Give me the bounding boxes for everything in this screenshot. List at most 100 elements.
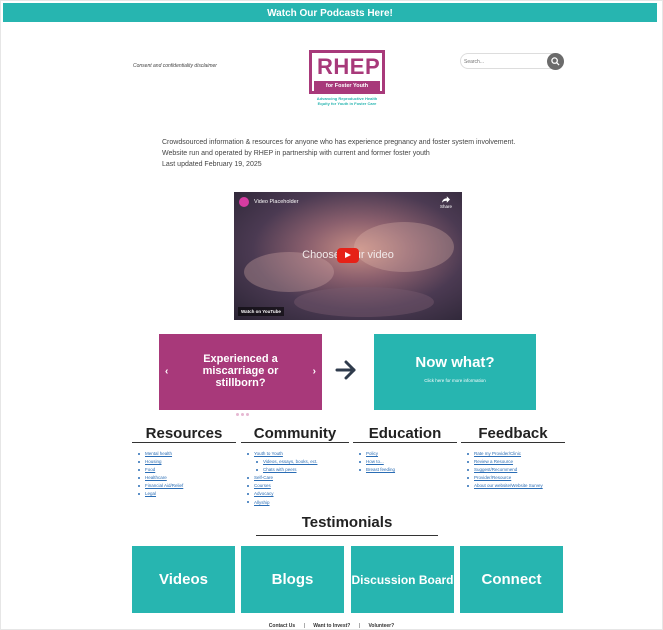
community-link[interactable]: Youth to Youth — [254, 451, 283, 456]
video-thumbnail-cloud — [354, 222, 454, 272]
list-item: Breast feeding — [359, 466, 457, 474]
feedback-link[interactable]: About our website/Website Survey — [474, 483, 543, 488]
community-column: Community Youth to Youth Videos, essays, … — [241, 425, 349, 507]
community-link[interactable]: Advocacy — [254, 491, 274, 496]
list-item: About our website/Website Survey — [467, 482, 565, 490]
video-title[interactable]: Video Placeholder — [254, 199, 299, 205]
logo-tagline: Advancing Reproductive Health Equity for… — [309, 96, 385, 106]
watch-on-youtube-button[interactable]: Watch on YouTube — [238, 307, 284, 316]
education-column: Education Policy How to... Breast feeding — [353, 425, 457, 474]
bullet-icon — [247, 477, 249, 480]
carousel-dot[interactable] — [241, 413, 244, 416]
resources-link[interactable]: Legal — [145, 491, 156, 496]
bullet-icon — [467, 485, 469, 488]
now-what-title: Now what? — [415, 354, 495, 371]
logo-subtitle: for Foster Youth — [314, 81, 380, 91]
discussion-board-tile-label: Discussion Board — [351, 572, 454, 587]
feedback-link[interactable]: Suggest/Recommend — [474, 467, 517, 472]
bullet-icon — [359, 452, 361, 455]
contact-us-link[interactable]: Contact Us — [269, 623, 295, 629]
bullet-icon — [138, 452, 140, 455]
bullet-icon — [138, 460, 140, 463]
bullet-icon — [359, 460, 361, 463]
bullet-icon — [247, 493, 249, 496]
carousel-dot[interactable] — [236, 413, 239, 416]
play-button-icon[interactable] — [337, 248, 359, 263]
want-to-invest-link[interactable]: Want to Invest? — [313, 623, 350, 629]
videos-tile[interactable]: Videos — [132, 546, 235, 613]
feedback-list: Rate my Provider/Clinic Review a Resource… — [467, 450, 565, 490]
carousel-slide-text[interactable]: Experienced a miscarriage or stillborn? — [183, 353, 298, 389]
blogs-tile-label: Blogs — [271, 571, 314, 588]
carousel-prev-icon[interactable]: ‹ — [165, 366, 168, 377]
resources-heading: Resources — [132, 425, 236, 443]
list-item: Legal — [138, 490, 236, 498]
bullet-icon — [138, 493, 140, 496]
carousel-dots — [231, 403, 251, 421]
hero-carousel[interactable]: ‹ Experienced a miscarriage or stillborn… — [159, 334, 322, 416]
search-box — [460, 53, 564, 70]
carousel-next-icon[interactable]: › — [313, 366, 316, 377]
education-list: Policy How to... Breast feeding — [359, 450, 457, 474]
bullet-icon — [256, 469, 258, 471]
feedback-link[interactable]: Review a Resource — [474, 459, 513, 464]
volunteer-link[interactable]: Volunteer? — [368, 623, 394, 629]
carousel-dot[interactable] — [231, 413, 234, 416]
list-item: Food — [138, 466, 236, 474]
community-link[interactable]: Courses — [254, 483, 271, 488]
list-item: Videos, essays, books, ect. — [247, 458, 349, 466]
search-input[interactable] — [464, 56, 544, 67]
podcast-banner[interactable]: Watch Our Podcasts Here! — [3, 3, 657, 22]
videos-tile-label: Videos — [159, 571, 208, 588]
feedback-link[interactable]: Provider/Resource — [474, 475, 511, 480]
list-item: Advocacy — [247, 490, 349, 498]
feedback-heading: Feedback — [461, 425, 565, 443]
list-item: Review a Resource — [467, 458, 565, 466]
bullet-icon — [467, 460, 469, 463]
video-thumbnail-cloud — [294, 287, 434, 317]
search-button[interactable] — [547, 53, 564, 70]
bullet-icon — [247, 452, 249, 455]
podcast-link[interactable]: Watch Our Podcasts Here! — [267, 8, 393, 19]
channel-avatar-icon[interactable] — [239, 197, 249, 207]
share-button[interactable]: Share — [440, 196, 452, 209]
bullet-icon — [138, 469, 140, 471]
resources-link[interactable]: Housing — [145, 459, 162, 464]
consent-disclaimer-link[interactable]: Consent and confidentiality disclaimer — [133, 63, 217, 69]
list-item: Housing — [138, 458, 236, 466]
bullet-icon — [138, 477, 140, 480]
footer-separator: | — [358, 623, 361, 629]
list-item: Courses — [247, 482, 349, 490]
video-embed[interactable]: Video Placeholder Share Choose your vide… — [234, 192, 462, 320]
resources-link[interactable]: Healthcare — [145, 475, 167, 480]
now-what-card[interactable]: Now what? Click here for more informatio… — [374, 334, 536, 410]
share-label: Share — [439, 204, 452, 209]
bullet-icon — [247, 485, 249, 488]
carousel-dot[interactable] — [246, 413, 249, 416]
community-link[interactable]: Videos, essays, books, ect. — [263, 459, 317, 464]
community-list: Youth to Youth Videos, essays, books, ect… — [247, 450, 349, 507]
education-link[interactable]: Breast feeding — [366, 467, 395, 472]
feedback-link[interactable]: Rate my Provider/Clinic — [474, 451, 521, 456]
community-link[interactable]: Chats with peers — [263, 467, 297, 472]
logo-tagline-line-2: Equity for Youth in Foster Care — [317, 101, 377, 106]
list-item: How to... — [359, 458, 457, 466]
site-logo[interactable]: RHEP for Foster Youth Advancing Reproduc… — [309, 50, 385, 106]
bullet-icon — [467, 469, 469, 471]
community-link[interactable]: Self-Care — [254, 475, 273, 480]
resources-link[interactable]: Mental health — [145, 451, 172, 456]
list-item: Mental health — [138, 450, 236, 458]
discussion-board-tile[interactable]: Discussion Board — [351, 546, 454, 613]
resources-link[interactable]: Financial Aid/Relief — [145, 483, 183, 488]
education-link[interactable]: How to... — [366, 459, 384, 464]
community-heading: Community — [241, 425, 349, 443]
blogs-tile[interactable]: Blogs — [241, 546, 344, 613]
logo-wordmark: RHEP — [317, 54, 381, 79]
intro-line-2: Website run and operated by RHEP in part… — [162, 150, 430, 157]
education-link[interactable]: Policy — [366, 451, 378, 456]
list-item: Provider/Resource — [467, 474, 565, 482]
community-link[interactable]: Allyship — [254, 500, 270, 505]
resources-link[interactable]: Food — [145, 467, 155, 472]
watch-on-label: Watch on — [241, 309, 262, 314]
connect-tile[interactable]: Connect — [460, 546, 563, 613]
